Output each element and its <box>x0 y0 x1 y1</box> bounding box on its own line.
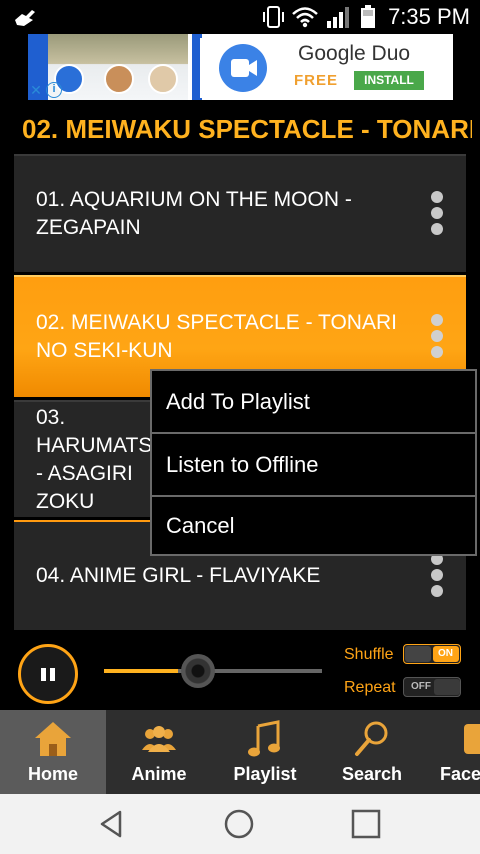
more-options-icon[interactable] <box>430 191 444 237</box>
shuffle-state: ON <box>438 648 453 659</box>
seek-progress <box>104 669 178 673</box>
tab-label: Playlist <box>233 764 297 784</box>
tab-home[interactable]: Home <box>0 710 106 794</box>
music-note-icon <box>248 720 280 757</box>
battery-icon <box>361 5 376 28</box>
status-bar: 7:35 PM <box>0 0 480 34</box>
repeat-state: OFF <box>411 681 431 692</box>
status-time: 7:35 PM <box>388 4 470 29</box>
tab-label: Search <box>341 764 403 784</box>
tab-label: Home <box>27 764 78 784</box>
ad-info-icon[interactable]: i <box>46 82 62 98</box>
menu-item-listen-offline[interactable]: Listen to Offline <box>152 434 475 495</box>
ad-app-icon[interactable] <box>200 38 286 98</box>
song-title: 02. MEIWAKU SPECTACLE - TONARI NO SEKI-K… <box>36 311 397 362</box>
duo-camera-icon <box>219 44 267 92</box>
player-bar: Shuffle ON Repeat OFF <box>0 632 480 710</box>
tab-search[interactable]: Search <box>318 710 426 794</box>
ad-avatar-2 <box>104 64 134 94</box>
recents-square-icon[interactable] <box>348 806 384 842</box>
song-title: 03. HARUMATSURI - ASAGIRI ZOKU <box>36 405 150 513</box>
shuffle-label: Shuffle <box>344 646 394 663</box>
tab-anime[interactable]: Anime <box>106 710 212 794</box>
ad-free-label: FREE <box>294 72 339 89</box>
repeat-label: Repeat <box>344 679 396 696</box>
shuffle-knob <box>405 646 431 662</box>
more-options-icon[interactable] <box>430 314 444 360</box>
notification-hand-icon <box>15 10 35 26</box>
song-row[interactable]: 01. AQUARIUM ON THE MOON - ZEGAPAIN <box>14 154 466 272</box>
seek-thumb[interactable] <box>181 654 215 688</box>
group-icon <box>142 726 176 752</box>
tab-label: Anime <box>131 764 187 784</box>
ad-install-button[interactable]: INSTALL <box>354 71 424 90</box>
tab-facebook[interactable]: Face <box>426 710 480 794</box>
signal-icon <box>327 7 350 28</box>
repeat-knob <box>434 679 460 695</box>
back-icon[interactable] <box>94 806 130 842</box>
menu-item-cancel[interactable]: Cancel <box>152 497 475 554</box>
bottom-tab-bar: Home Anime Playlist Search Face <box>0 710 480 794</box>
wifi-icon <box>292 7 318 28</box>
tab-playlist[interactable]: Playlist <box>212 710 318 794</box>
tab-label: Face <box>440 764 480 784</box>
pause-button[interactable] <box>18 644 78 704</box>
ad-title: Google Duo <box>298 42 411 65</box>
song-title: 01. AQUARIUM ON THE MOON - ZEGAPAIN <box>36 188 352 239</box>
shuffle-toggle[interactable]: ON <box>403 644 461 664</box>
search-icon <box>355 721 388 756</box>
vibrate-icon <box>263 6 285 28</box>
context-menu: Add To Playlist Listen to Offline Cancel <box>150 369 477 556</box>
ad-avatar-3 <box>148 64 178 94</box>
ad-banner[interactable]: Google Duo FREE INSTALL ✕ i <box>28 34 453 100</box>
song-title: 04. ANIME GIRL - FLAVIYAKE <box>36 564 321 587</box>
menu-item-add-to-playlist[interactable]: Add To Playlist <box>152 371 475 432</box>
ad-close-icon[interactable]: ✕ <box>28 82 44 98</box>
more-options-icon[interactable] <box>430 553 444 599</box>
facebook-icon <box>464 724 480 754</box>
home-icon <box>35 722 71 756</box>
now-playing-title: 02. MEIWAKU SPECTACLE - TONARI NO SEKI-K… <box>22 114 472 144</box>
repeat-toggle[interactable]: OFF <box>403 677 461 697</box>
home-circle-icon[interactable] <box>221 806 257 842</box>
system-navigation-bar <box>0 794 480 854</box>
